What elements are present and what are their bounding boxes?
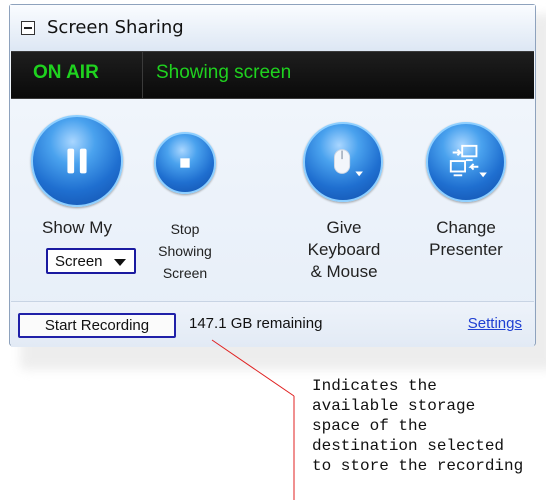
start-recording-button[interactable]: Start Recording	[18, 313, 176, 338]
pause-icon	[67, 148, 87, 174]
give-label-line1: Give	[326, 218, 362, 237]
change-presenter-button[interactable]	[426, 122, 506, 202]
storage-remaining: 147.1 GB remaining	[189, 315, 323, 332]
annotation-line4: destination selected	[312, 437, 505, 455]
annotation-line1: Indicates the	[312, 377, 437, 395]
status-divider	[142, 52, 143, 98]
give-keyboard-mouse-button[interactable]	[303, 122, 383, 202]
stop-label-line1: Stop	[170, 221, 200, 237]
annotation-line5: to store the recording	[312, 457, 524, 475]
settings-link[interactable]: Settings	[468, 315, 522, 332]
chevron-down-icon	[114, 259, 126, 266]
on-air-indicator: ON AIR	[33, 62, 99, 83]
annotation-line3: space of the	[312, 417, 428, 435]
panel-footer: Start Recording 147.1 GB remaining Setti…	[11, 301, 534, 347]
minus-icon[interactable]	[21, 21, 35, 35]
panel-title: Screen Sharing	[47, 17, 184, 38]
show-my-label: Show My	[42, 218, 112, 237]
change-presenter-icon	[449, 144, 487, 178]
change-label-line2: Presenter	[429, 240, 503, 259]
give-label-line3: & Mouse	[310, 262, 378, 281]
screen-sharing-panel: Screen Sharing ON AIR Showing screen Sho…	[9, 4, 536, 347]
give-label-line2: Keyboard	[307, 240, 381, 259]
status-bar: ON AIR Showing screen	[11, 51, 534, 99]
annotation-line2: available storage	[312, 397, 476, 415]
panel-titlebar: Screen Sharing	[10, 5, 535, 51]
stop-label-line3: Screen	[162, 265, 208, 281]
screen-select-value: Screen	[55, 253, 103, 270]
change-label-line1: Change	[436, 218, 496, 237]
annotation-callout: Indicates the available storage space of…	[312, 376, 544, 476]
stop-label-line2: Showing	[158, 243, 212, 259]
stop-button[interactable]	[154, 132, 216, 194]
status-text: Showing screen	[156, 62, 292, 83]
pause-button[interactable]	[31, 115, 123, 207]
screen-select[interactable]: Screen	[46, 248, 136, 274]
mouse-icon	[333, 149, 363, 177]
stop-icon	[180, 158, 190, 168]
